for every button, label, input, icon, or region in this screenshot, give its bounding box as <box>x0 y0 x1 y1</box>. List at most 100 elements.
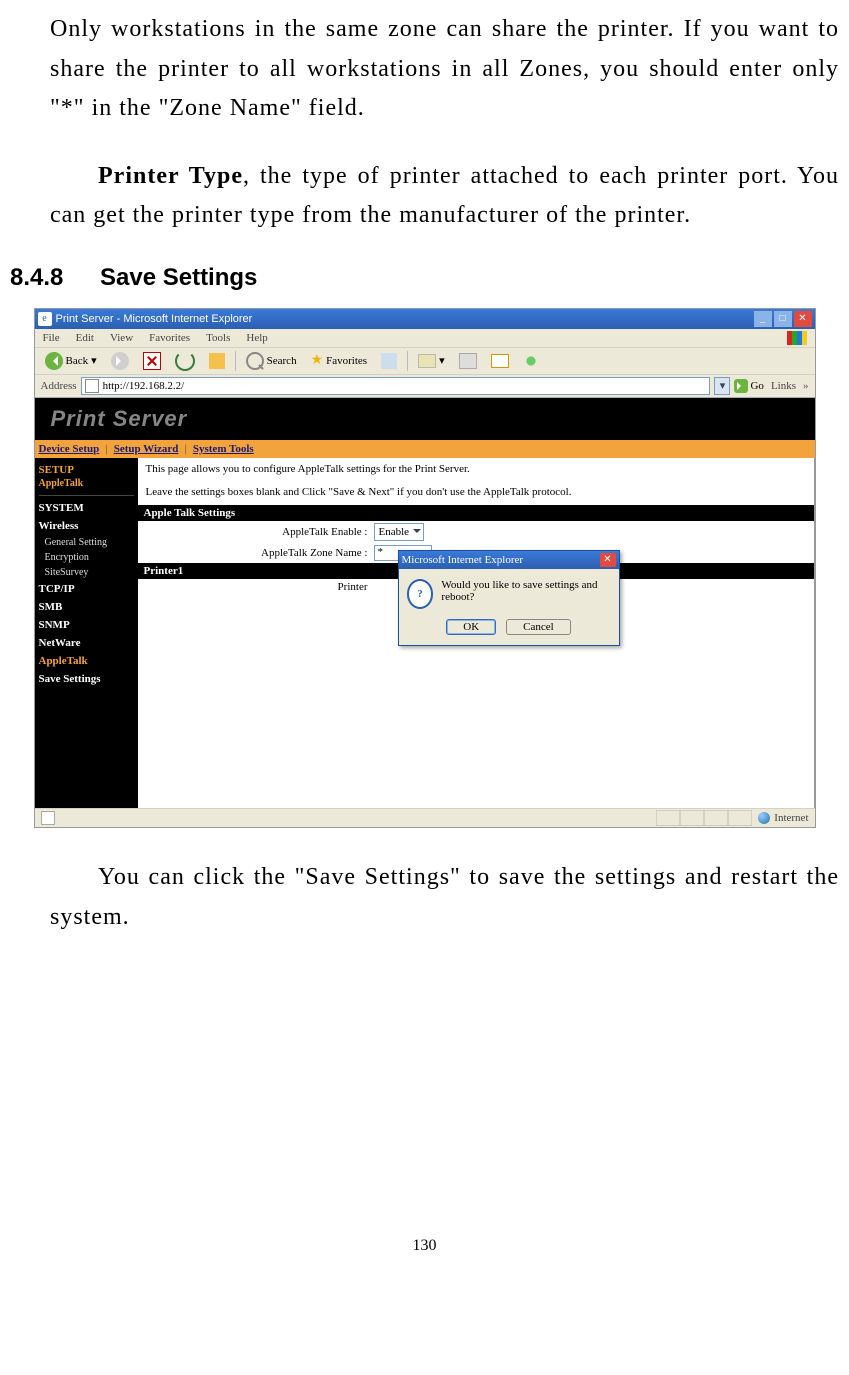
sidebar-sub: AppleTalk <box>39 478 134 489</box>
toolbar: Back ▾ Search ★Favorites ▾ <box>35 348 815 375</box>
sidebar-setup: SETUP <box>39 464 134 476</box>
search-button[interactable]: Search <box>242 351 301 371</box>
forward-icon <box>111 352 129 370</box>
printserver-logo: Print Server <box>51 406 188 432</box>
menu-favorites[interactable]: Favorites <box>149 332 190 344</box>
sidebar-subitem-encryption[interactable]: Encryption <box>39 550 134 565</box>
folder-icon <box>418 354 436 368</box>
sidebar-item-netware[interactable]: NetWare <box>39 634 134 652</box>
label-zone-name: AppleTalk Zone Name : <box>138 547 374 559</box>
dialog-ok-button[interactable]: OK <box>446 619 496 635</box>
search-icon <box>246 352 264 370</box>
history-button[interactable] <box>377 352 401 370</box>
main-panel: This page allows you to configure AppleT… <box>138 458 815 808</box>
go-button[interactable]: Go <box>734 379 763 393</box>
menu-tools[interactable]: Tools <box>206 332 230 344</box>
back-icon <box>45 352 63 370</box>
sidebar-item-wireless[interactable]: Wireless <box>39 517 134 535</box>
sidebar-item-smb[interactable]: SMB <box>39 598 134 616</box>
edit-button[interactable] <box>487 353 513 369</box>
printserver-header: Print Server <box>35 398 815 440</box>
star-icon: ★ <box>311 354 324 368</box>
home-icon <box>209 353 225 369</box>
links-label[interactable]: Links <box>768 380 799 392</box>
refresh-icon <box>175 351 195 371</box>
mail-button[interactable]: ▾ <box>414 353 449 369</box>
back-button[interactable]: Back ▾ <box>41 351 101 371</box>
status-page-icon <box>41 811 55 825</box>
section-number: 8.4.8 <box>10 264 100 292</box>
messenger-icon <box>523 353 539 369</box>
printer-type-bold: Printer Type <box>98 163 243 189</box>
status-bar: Internet <box>35 808 815 827</box>
address-label: Address <box>41 380 77 392</box>
menubar: File Edit View Favorites Tools Help <box>35 329 815 348</box>
close-button[interactable]: ✕ <box>794 311 812 327</box>
favorites-button[interactable]: ★Favorites <box>307 353 372 369</box>
status-zone: Internet <box>774 812 808 824</box>
sidebar-subitem-general[interactable]: General Setting <box>39 535 134 550</box>
home-button[interactable] <box>205 352 229 370</box>
menu-edit[interactable]: Edit <box>76 332 94 344</box>
dialog-message: Would you like to save settings and rebo… <box>441 579 610 609</box>
address-value: http://192.168.2.2/ <box>103 380 185 392</box>
dialog-title: Microsoft Internet Explorer <box>402 554 524 566</box>
select-appletalk-enable[interactable]: Enable <box>374 523 425 541</box>
stop-button[interactable] <box>139 351 165 371</box>
question-icon: ? <box>407 579 434 609</box>
sidebar-subitem-sitesurvey[interactable]: SiteSurvey <box>39 565 134 580</box>
label-appletalk-enable: AppleTalk Enable : <box>138 526 374 538</box>
globe-icon <box>758 812 770 824</box>
sidebar-item-save-settings[interactable]: Save Settings <box>39 670 134 688</box>
section-appletalk: Apple Talk Settings <box>138 505 814 521</box>
ie-icon: e <box>38 312 52 326</box>
label-printer: Printer <box>138 581 374 593</box>
intro-text-1: This page allows you to configure AppleT… <box>138 458 814 481</box>
section-heading: 8.4.8Save Settings <box>10 264 839 292</box>
screenshot: e Print Server - Microsoft Internet Expl… <box>34 308 816 828</box>
section-title: Save Settings <box>100 264 257 291</box>
messenger-button[interactable] <box>519 352 543 370</box>
sidebar-item-snmp[interactable]: SNMP <box>39 616 134 634</box>
menu-file[interactable]: File <box>43 332 60 344</box>
printserver-tabs: Device Setup | Setup Wizard | System Too… <box>35 440 815 458</box>
forward-button[interactable] <box>107 351 133 371</box>
sidebar-item-system[interactable]: SYSTEM <box>39 499 134 517</box>
page-number: 130 <box>10 1237 839 1255</box>
chevron-icon[interactable]: » <box>803 380 809 392</box>
paragraph-printer-type: Printer Type, the type of printer attach… <box>50 157 839 236</box>
sidebar-item-appletalk[interactable]: AppleTalk <box>39 652 134 670</box>
window-title: Print Server - Microsoft Internet Explor… <box>56 313 253 325</box>
print-icon <box>459 353 477 369</box>
paragraph-zone-note: Only workstations in the same zone can s… <box>50 10 839 129</box>
history-icon <box>381 353 397 369</box>
dialog-close-button[interactable]: ✕ <box>600 553 616 567</box>
sidebar-item-tcpip[interactable]: TCP/IP <box>39 580 134 598</box>
menu-view[interactable]: View <box>110 332 133 344</box>
toolbar-separator <box>407 351 408 371</box>
sidebar: SETUP AppleTalk SYSTEM Wireless General … <box>35 458 138 808</box>
window-titlebar: e Print Server - Microsoft Internet Expl… <box>35 309 815 329</box>
intro-text-2: Leave the settings boxes blank and Click… <box>138 481 814 504</box>
tab-separator: | <box>184 443 186 455</box>
stop-icon <box>143 352 161 370</box>
tab-setup-wizard[interactable]: Setup Wizard <box>114 443 179 455</box>
toolbar-separator <box>235 351 236 371</box>
page-icon <box>85 379 99 393</box>
maximize-button[interactable]: □ <box>774 311 792 327</box>
menu-help[interactable]: Help <box>246 332 267 344</box>
go-icon <box>734 379 748 393</box>
tab-device-setup[interactable]: Device Setup <box>39 443 100 455</box>
address-bar: Address http://192.168.2.2/ ▾ Go Links » <box>35 375 815 398</box>
paragraph-save-settings: You can click the "Save Settings" to sav… <box>50 858 839 937</box>
minimize-button[interactable]: _ <box>754 311 772 327</box>
ms-flag-icon <box>787 331 807 345</box>
address-dropdown[interactable]: ▾ <box>714 377 730 395</box>
print-button[interactable] <box>455 352 481 370</box>
refresh-button[interactable] <box>171 350 199 372</box>
mail-icon <box>491 354 509 368</box>
address-input[interactable]: http://192.168.2.2/ <box>81 377 711 395</box>
tab-system-tools[interactable]: System Tools <box>193 443 254 455</box>
confirm-dialog: Microsoft Internet Explorer ✕ ? Would yo… <box>398 550 620 646</box>
dialog-cancel-button[interactable]: Cancel <box>506 619 571 635</box>
